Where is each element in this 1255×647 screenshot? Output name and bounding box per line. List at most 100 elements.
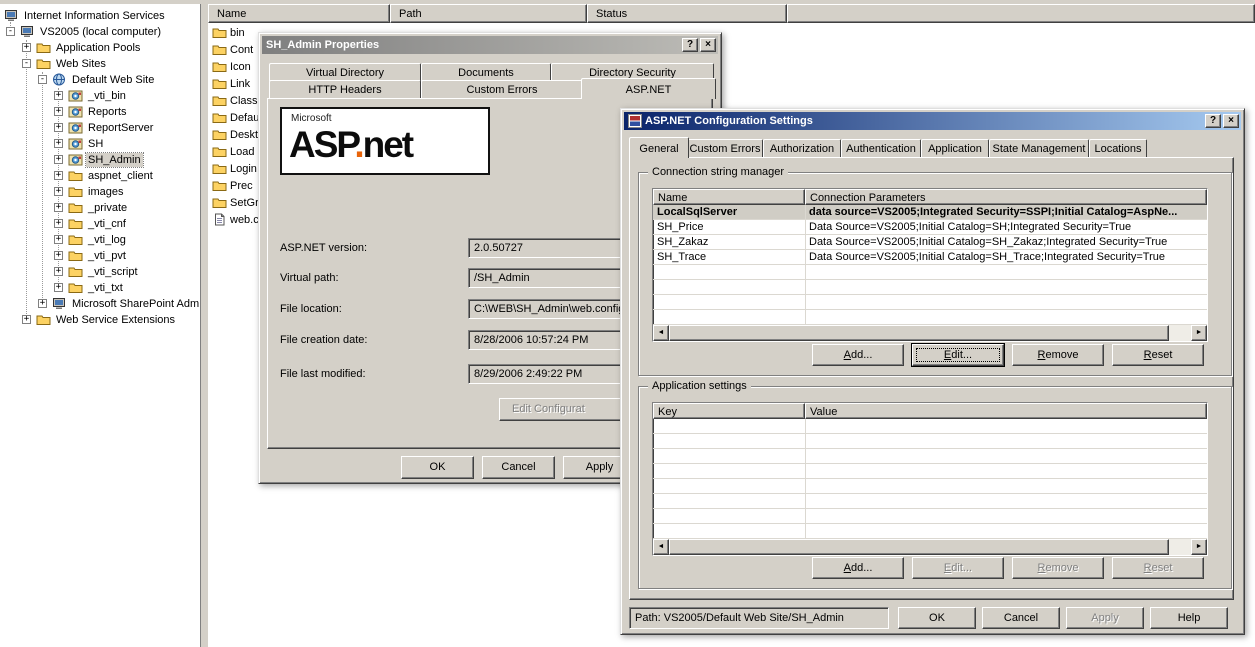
tree-item[interactable]: + _vti_txt xyxy=(0,280,200,296)
tab-http-headers[interactable]: HTTP Headers xyxy=(269,80,421,98)
expand-icon[interactable]: + xyxy=(54,155,63,164)
tab-documents[interactable]: Documents xyxy=(421,63,551,81)
tree-item-label[interactable]: Microsoft SharePoint Adm xyxy=(70,297,200,311)
reset-button[interactable]: Reset xyxy=(1112,344,1204,366)
cancel-button[interactable]: Cancel xyxy=(482,456,555,479)
collapse-icon[interactable]: - xyxy=(22,59,31,68)
expand-icon[interactable]: + xyxy=(54,267,63,276)
tree-item-label[interactable]: VS2005 (local computer) xyxy=(38,25,163,39)
expand-icon[interactable]: + xyxy=(54,203,63,212)
tab-asp-net[interactable]: ASP.NET xyxy=(581,78,716,99)
expand-icon[interactable]: + xyxy=(54,171,63,180)
close-icon[interactable]: × xyxy=(700,38,716,52)
horizontal-scrollbar[interactable]: ◄ ► xyxy=(653,539,1207,555)
tree-item-label[interactable]: _vti_pvt xyxy=(86,249,128,263)
tree-item[interactable]: + _vti_bin xyxy=(0,88,200,104)
expand-icon[interactable]: + xyxy=(54,139,63,148)
scrollbar-thumb[interactable] xyxy=(669,325,1169,341)
tree-item-label[interactable]: _vti_bin xyxy=(86,89,128,103)
tree-item-label[interactable]: Application Pools xyxy=(54,41,142,55)
close-icon[interactable]: × xyxy=(1223,114,1239,128)
expand-icon[interactable]: + xyxy=(54,187,63,196)
tree-item[interactable]: + _vti_script xyxy=(0,264,200,280)
tree-item-label[interactable]: aspnet_client xyxy=(86,169,155,183)
column-header-value[interactable]: Value xyxy=(805,403,1207,419)
help-icon[interactable]: ? xyxy=(1205,114,1221,128)
tab-state-management[interactable]: State Management xyxy=(989,139,1089,157)
tab-custom-errors[interactable]: Custom Errors xyxy=(421,80,583,98)
remove-button[interactable]: Remove xyxy=(1012,344,1104,366)
tab-authentication[interactable]: Authentication xyxy=(841,139,921,157)
cancel-button[interactable]: Cancel xyxy=(982,607,1060,629)
column-header-key[interactable]: Key xyxy=(653,403,805,419)
tree-item[interactable]: + _vti_log xyxy=(0,232,200,248)
scroll-left-icon[interactable]: ◄ xyxy=(653,325,669,341)
tree-item[interactable]: - Web Sites xyxy=(0,56,200,72)
tree-item[interactable]: + images xyxy=(0,184,200,200)
tab-authorization[interactable]: Authorization xyxy=(763,139,841,157)
tab-general[interactable]: General xyxy=(629,137,689,158)
help-button[interactable]: Help xyxy=(1150,607,1228,629)
tree-item[interactable]: - Default Web Site xyxy=(0,72,200,88)
tree-item-label[interactable]: _private xyxy=(86,201,129,215)
table-row[interactable]: SH_Price Data Source=VS2005;Initial Catal… xyxy=(653,220,1207,235)
tree-item-label[interactable]: ReportServer xyxy=(86,121,155,135)
column-header-status[interactable]: Status xyxy=(587,4,787,23)
help-icon[interactable]: ? xyxy=(682,38,698,52)
tab-virtual-directory[interactable]: Virtual Directory xyxy=(269,63,421,81)
tree-item-label[interactable]: _vti_cnf xyxy=(86,217,128,231)
tree-item-label[interactable]: Internet Information Services xyxy=(22,9,167,23)
collapse-icon[interactable]: - xyxy=(38,75,47,84)
collapse-icon[interactable]: - xyxy=(6,27,15,36)
column-header-name[interactable]: Name xyxy=(653,189,805,205)
scroll-right-icon[interactable]: ► xyxy=(1191,325,1207,341)
table-row[interactable]: SH_Trace Data Source=VS2005;Initial Catal… xyxy=(653,250,1207,265)
tree-item[interactable]: Internet Information Services xyxy=(0,8,200,24)
expand-icon[interactable]: + xyxy=(54,123,63,132)
properties-dialog-titlebar[interactable]: SH_Admin Properties ? × xyxy=(262,36,718,54)
expand-icon[interactable]: + xyxy=(54,283,63,292)
tree-item-label[interactable]: SH xyxy=(86,137,105,151)
expand-icon[interactable]: + xyxy=(38,299,47,308)
expand-icon[interactable]: + xyxy=(22,43,31,52)
tree-item[interactable]: + aspnet_client xyxy=(0,168,200,184)
tree-item-label[interactable]: Web Service Extensions xyxy=(54,313,177,327)
tree-item[interactable]: + ReportServer xyxy=(0,120,200,136)
expand-icon[interactable]: + xyxy=(54,235,63,244)
tree-item-label[interactable]: _vti_log xyxy=(86,233,128,247)
table-row[interactable]: SH_Zakaz Data Source=VS2005;Initial Catal… xyxy=(653,235,1207,250)
tab-application[interactable]: Application xyxy=(921,139,989,157)
column-header-name[interactable]: Name xyxy=(208,4,390,23)
scrollbar-thumb[interactable] xyxy=(669,539,1169,555)
horizontal-scrollbar[interactable]: ◄ ► xyxy=(653,325,1207,341)
expand-icon[interactable]: + xyxy=(54,219,63,228)
tree-item[interactable]: + Microsoft SharePoint Adm xyxy=(0,296,200,312)
add-button[interactable]: Add... xyxy=(812,344,904,366)
tree-item[interactable]: + Reports xyxy=(0,104,200,120)
ok-button[interactable]: OK xyxy=(898,607,976,629)
tree-item-label[interactable]: Reports xyxy=(86,105,129,119)
tree-item-label[interactable]: SH_Admin xyxy=(85,152,144,168)
tree-item-label[interactable]: Default Web Site xyxy=(70,73,156,87)
table-row[interactable]: LocalSqlServer data source=VS2005;Integra… xyxy=(653,205,1207,220)
column-header-path[interactable]: Path xyxy=(390,4,587,23)
tree-item-label[interactable]: _vti_txt xyxy=(86,281,125,295)
tree-item[interactable]: + _private xyxy=(0,200,200,216)
column-header-connection-parameters[interactable]: Connection Parameters xyxy=(805,189,1207,205)
tree-item[interactable]: + _vti_pvt xyxy=(0,248,200,264)
tree-item[interactable]: + Application Pools xyxy=(0,40,200,56)
tree-item[interactable]: + SH xyxy=(0,136,200,152)
expand-icon[interactable]: + xyxy=(54,91,63,100)
tree-item-label[interactable]: images xyxy=(86,185,125,199)
expand-icon[interactable]: + xyxy=(54,107,63,116)
tree-item[interactable]: + Web Service Extensions xyxy=(0,312,200,328)
ok-button[interactable]: OK xyxy=(401,456,474,479)
scroll-right-icon[interactable]: ► xyxy=(1191,539,1207,555)
expand-icon[interactable]: + xyxy=(22,315,31,324)
tree-item[interactable]: - VS2005 (local computer) xyxy=(0,24,200,40)
config-dialog-titlebar[interactable]: ASP.NET Configuration Settings ? × xyxy=(624,112,1241,130)
edit-button[interactable]: Edit... xyxy=(911,343,1005,367)
tree-item[interactable]: + SH_Admin xyxy=(0,152,200,168)
tree-item-label[interactable]: _vti_script xyxy=(86,265,140,279)
scroll-left-icon[interactable]: ◄ xyxy=(653,539,669,555)
